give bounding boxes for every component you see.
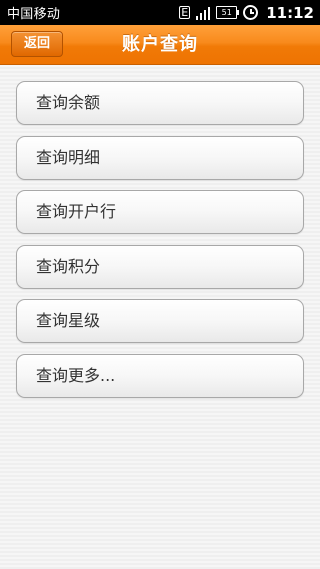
content-area: 查询余额 查询明细 查询开户行 查询积分 查询星级 查询更多... [0, 65, 320, 569]
menu-item-star-level[interactable]: 查询星级 [16, 299, 304, 343]
menu-item-more[interactable]: 查询更多... [16, 354, 304, 398]
status-time: 11:12 [266, 3, 314, 22]
menu-item-points[interactable]: 查询积分 [16, 245, 304, 289]
carrier-name: 中国移动 [7, 7, 61, 22]
menu-item-balance[interactable]: 查询余额 [16, 81, 304, 125]
back-button[interactable]: 返回 [11, 31, 63, 57]
status-bar: 中国移动 E 51 11:12 [0, 0, 320, 25]
network-type-icon: E [179, 6, 191, 19]
signal-strength-icon [196, 6, 211, 20]
title-bar: 账户查询 返回 [0, 25, 320, 65]
menu-item-opening-bank[interactable]: 查询开户行 [16, 190, 304, 234]
alarm-clock-icon [243, 5, 259, 20]
status-icons: E 51 11:12 [179, 4, 314, 22]
menu-item-details[interactable]: 查询明细 [16, 136, 304, 180]
battery-icon: 51 [216, 6, 240, 19]
